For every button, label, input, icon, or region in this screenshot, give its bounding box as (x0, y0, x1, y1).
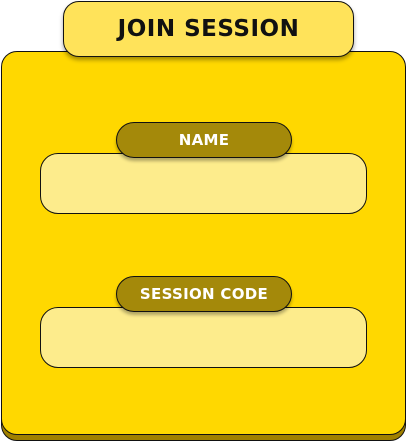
name-label: NAME (178, 131, 230, 149)
name-input[interactable] (41, 154, 366, 213)
session-code-field[interactable] (40, 307, 367, 368)
name-label-pill: NAME (116, 122, 292, 158)
page-title: JOIN SESSION (117, 16, 300, 42)
session-code-label: SESSION CODE (139, 285, 269, 303)
title-tab: JOIN SESSION (63, 1, 354, 57)
session-code-input[interactable] (41, 308, 366, 367)
session-code-label-pill: SESSION CODE (116, 276, 292, 312)
name-field[interactable] (40, 153, 367, 214)
join-session-panel (1, 51, 406, 435)
